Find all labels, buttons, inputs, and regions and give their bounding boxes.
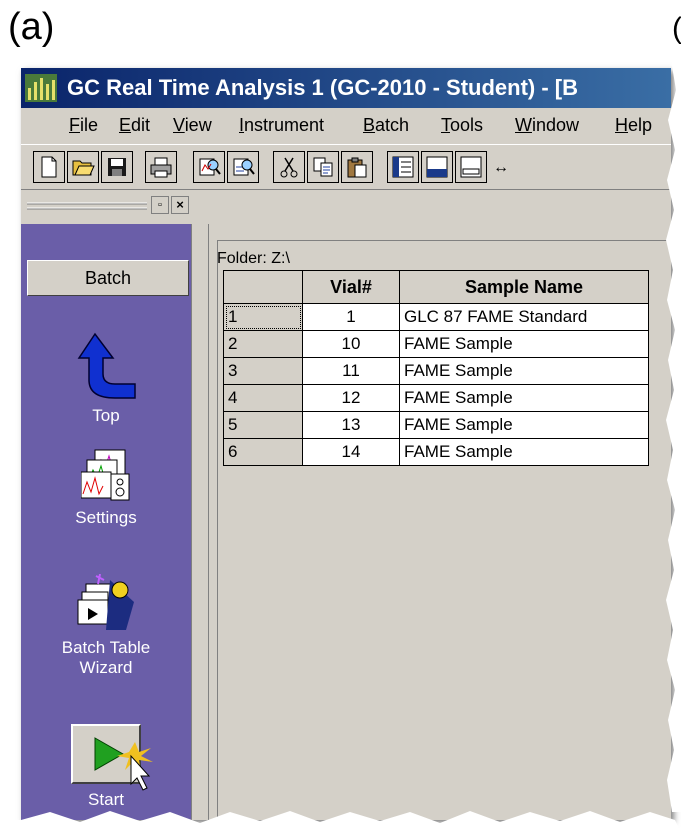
sidebar-item-start-label: Start [88,790,124,809]
start-icon [94,737,153,791]
sidebar-item-wizard-label-2: Wizard [79,658,133,677]
row-header-corner[interactable] [223,270,303,304]
table-row[interactable]: 6 14 FAME Sample [223,438,649,466]
sidebar-item-settings-label: Settings [75,508,137,527]
row-number[interactable]: 2 [223,330,303,358]
up-arrow-icon [77,332,136,399]
settings-icon [81,449,130,501]
sample-name-cell[interactable]: FAME Sample [399,411,649,439]
sidebar-item-batch-table-wizard[interactable]: Batch Table Wizard [21,574,191,678]
table-row[interactable]: 5 13 FAME Sample [223,411,649,439]
table-row[interactable]: 1 1 GLC 87 FAME Standard [223,303,649,331]
sidebar-item-top-label: Top [92,406,120,425]
open-icon[interactable] [67,151,99,183]
row-number[interactable]: 3 [223,357,303,385]
vial-cell[interactable]: 14 [302,438,400,466]
dock-close-button[interactable]: × [171,196,189,214]
sample-name-cell[interactable]: FAME Sample [399,384,649,412]
sidebar-item-settings[interactable]: Settings [21,448,191,528]
menu-edit[interactable]: Edit [119,108,150,142]
menu-tools[interactable]: Tools [441,108,483,142]
layout-3-icon[interactable] [455,151,487,183]
print-icon[interactable] [145,151,177,183]
sidebar-item-top[interactable]: Top [21,330,191,426]
column-header-vial[interactable]: Vial# [302,270,400,304]
layout-2-icon[interactable] [421,151,453,183]
start-button[interactable] [71,724,153,791]
figure-label: (a) [8,6,55,48]
paste-icon[interactable] [341,151,373,183]
dock-strip: ▫ × [21,190,201,224]
menu-help[interactable]: Help [615,108,652,142]
toolbar-overflow-arrow-icon[interactable]: ↔ [493,159,509,177]
menu-view[interactable]: View [173,108,212,142]
vial-cell[interactable]: 11 [302,357,400,385]
vial-cell[interactable]: 13 [302,411,400,439]
table-row[interactable]: 2 10 FAME Sample [223,330,649,358]
dock-restore-button[interactable]: ▫ [151,196,169,214]
app-icon [25,74,57,102]
folder-path: Folder: Z:\ [217,250,290,267]
title-bar[interactable]: GC Real Time Analysis 1 (GC-2010 - Stude… [21,68,671,108]
sample-name-cell[interactable]: FAME Sample [399,357,649,385]
new-icon[interactable] [33,151,65,183]
batch-table-pane: Folder: Z:\ Vial# Sample Name 1 1 GLC 87… [209,224,671,820]
sidebar-item-start[interactable]: Start [21,724,191,810]
stray-parenthesis: ( [672,12,681,45]
table-row[interactable]: 4 12 FAME Sample [223,384,649,412]
row-number[interactable]: 4 [223,384,303,412]
save-icon[interactable] [101,151,133,183]
grip-icon[interactable] [27,200,147,212]
column-header-sample-name[interactable]: Sample Name [399,270,649,304]
pane-splitter[interactable] [191,224,209,820]
menu-file[interactable]: File [69,108,98,142]
row-number[interactable]: 1 [223,303,303,331]
view-data-icon[interactable] [193,151,225,183]
vial-cell[interactable]: 1 [302,303,400,331]
layout-1-icon[interactable] [387,151,419,183]
wizard-icon [77,574,134,630]
sample-name-cell[interactable]: FAME Sample [399,438,649,466]
batch-table: Vial# Sample Name 1 1 GLC 87 FAME Standa… [223,270,649,466]
vial-cell[interactable]: 12 [302,384,400,412]
view-data-2-icon[interactable] [227,151,259,183]
copy-icon[interactable] [307,151,339,183]
table-header-row: Vial# Sample Name [223,270,649,304]
sidebar-header-batch[interactable]: Batch [27,260,189,296]
menu-bar: File Edit View Instrument Batch Tools Wi… [21,108,671,142]
menu-batch[interactable]: Batch [363,108,409,142]
cut-icon[interactable] [273,151,305,183]
application-window: GC Real Time Analysis 1 (GC-2010 - Stude… [21,68,671,820]
toolbar: ↔ [21,144,671,190]
row-number[interactable]: 5 [223,411,303,439]
sidebar-item-wizard-label: Batch Table [61,638,151,657]
menu-window[interactable]: Window [515,108,579,142]
sample-name-cell[interactable]: FAME Sample [399,330,649,358]
window-title: GC Real Time Analysis 1 (GC-2010 - Stude… [67,75,579,100]
row-number[interactable]: 6 [223,438,303,466]
vial-cell[interactable]: 10 [302,330,400,358]
sample-name-cell[interactable]: GLC 87 FAME Standard [399,303,649,331]
table-row[interactable]: 3 11 FAME Sample [223,357,649,385]
menu-instrument[interactable]: Instrument [239,108,324,142]
